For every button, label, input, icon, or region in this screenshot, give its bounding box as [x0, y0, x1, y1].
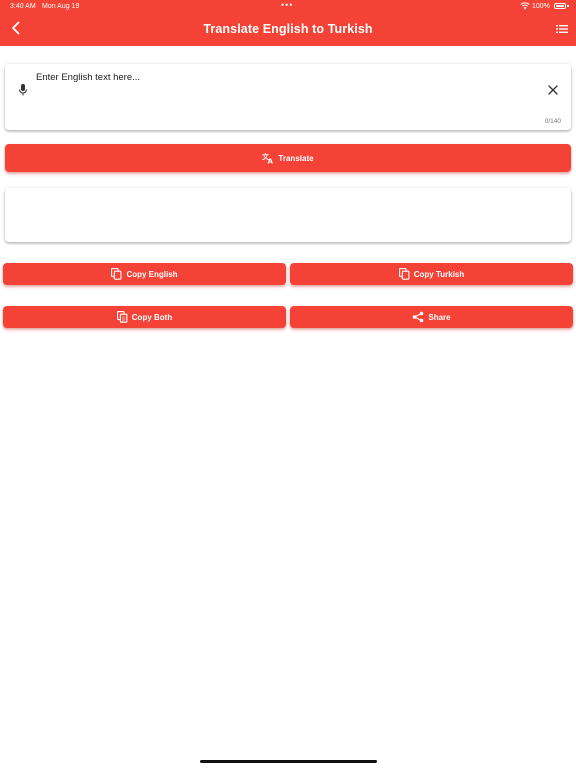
page-title: Translate English to Turkish [203, 22, 373, 36]
share-icon [413, 311, 424, 323]
copy-english-button[interactable]: Copy English [3, 263, 286, 285]
copy-icon [111, 268, 122, 280]
battery-percentage: 100% [532, 3, 550, 10]
mic-icon[interactable] [17, 83, 29, 97]
multitasking-dots[interactable]: ••• [281, 0, 293, 10]
share-button[interactable]: Share [290, 306, 573, 328]
copy-icon [398, 268, 410, 280]
home-indicator[interactable] [200, 760, 377, 763]
app-bar: 3:40 AM Mon Aug 19 ••• 100% Translate En… [0, 0, 576, 46]
copy-both-button[interactable]: Copy Both [3, 306, 286, 328]
share-label: Share [428, 312, 451, 322]
translate-button-label: Translate [278, 153, 314, 163]
translate-icon: 文 A [262, 152, 274, 164]
english-text-input[interactable]: Enter English text here... [36, 72, 140, 83]
character-counter: 0/140 [544, 118, 561, 125]
list-icon[interactable] [556, 24, 568, 34]
status-bar: 3:40 AM Mon Aug 19 ••• 100% [0, 0, 576, 14]
copy-turkish-button[interactable]: Copy Turkish [290, 263, 573, 285]
wifi-icon [520, 2, 530, 10]
status-time: 3:40 AM [10, 3, 36, 10]
copy-all-icon [116, 311, 128, 323]
battery-icon [554, 3, 566, 9]
english-input-card: Enter English text here... 0/140 [5, 64, 571, 130]
translate-button[interactable]: 文 A Translate [5, 144, 571, 172]
battery-tip [567, 5, 569, 7]
svg-text:A: A [268, 158, 274, 165]
status-date: Mon Aug 19 [42, 3, 80, 10]
close-icon[interactable] [548, 85, 558, 95]
turkish-output-card [5, 188, 571, 242]
copy-turkish-label: Copy Turkish [413, 269, 465, 279]
copy-english-label: Copy English [126, 269, 178, 279]
copy-both-label: Copy Both [131, 312, 173, 322]
